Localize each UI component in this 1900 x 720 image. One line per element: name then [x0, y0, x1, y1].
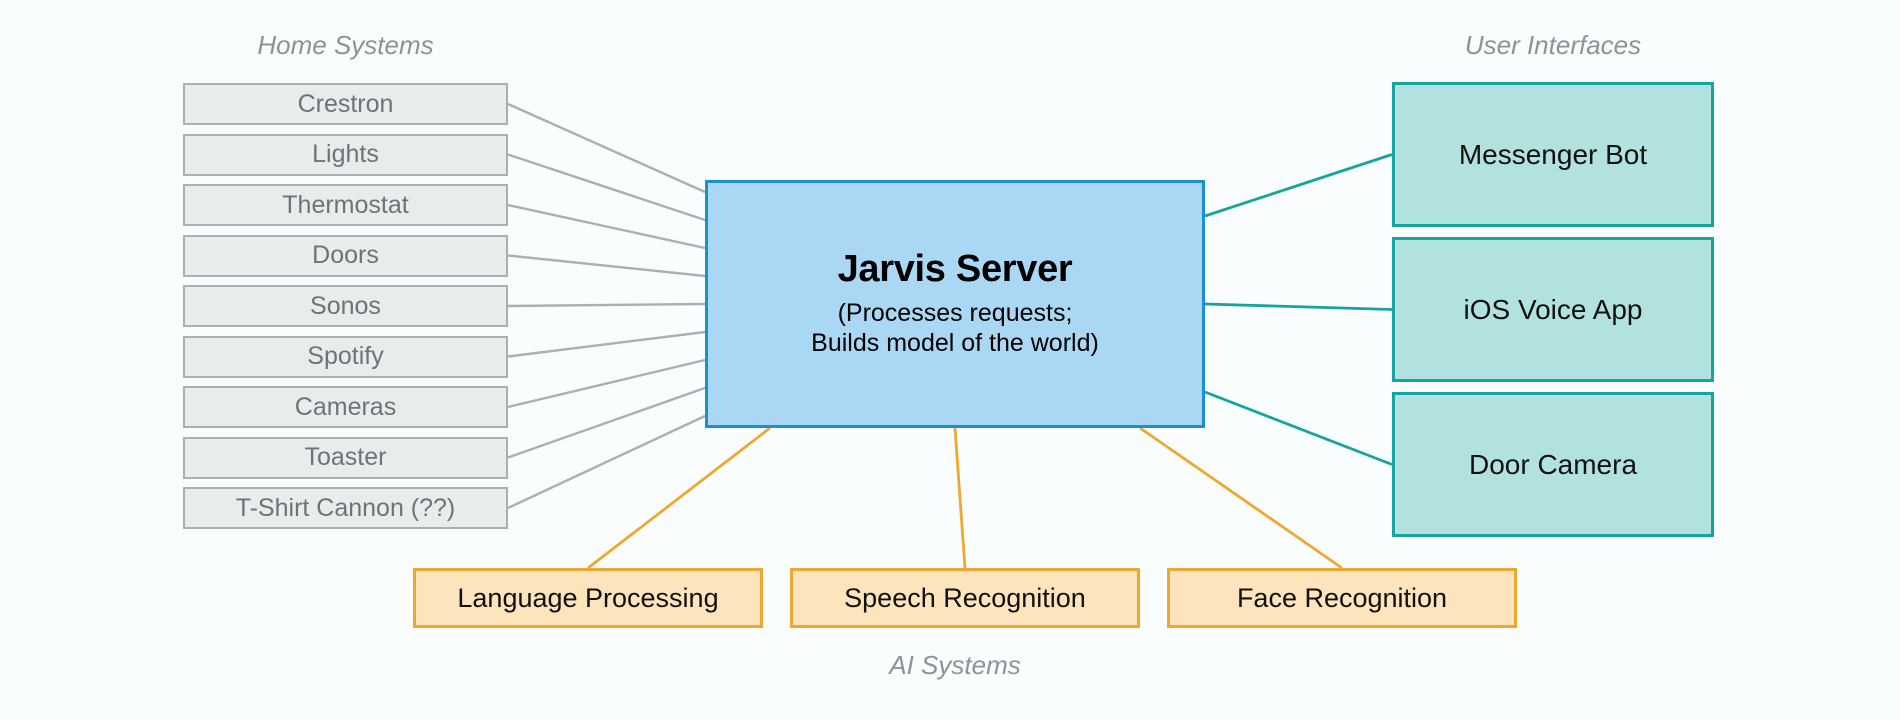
home-system-label: Toaster	[304, 443, 387, 471]
connector-line	[587, 426, 771, 570]
home-system-node[interactable]: Sonos	[183, 285, 508, 327]
ai-system-label: Face Recognition	[1236, 582, 1448, 613]
user-interface-label: iOS Voice App	[1463, 293, 1643, 325]
connector-line	[507, 102, 706, 194]
ai-connector-group	[587, 426, 1343, 570]
home-system-label: Thermostat	[282, 190, 409, 219]
user-interface-label: Messenger Bot	[1458, 138, 1648, 170]
home-system-node[interactable]: Cameras	[183, 386, 508, 428]
connector-line	[1204, 153, 1393, 218]
connector-line	[1139, 426, 1343, 570]
connector-line	[1204, 390, 1393, 466]
user-interface-node[interactable]: Messenger Bot	[1392, 82, 1714, 227]
ai-system-node[interactable]: Face Recognition	[1167, 568, 1517, 628]
user-interfaces-caption: User Interfaces	[1464, 30, 1642, 60]
ai-system-label: Language Processing	[457, 582, 719, 613]
user-interface-label: Door Camera	[1468, 448, 1638, 480]
ai-system-label: Speech Recognition	[844, 582, 1086, 613]
connector-line	[507, 414, 706, 510]
home-system-label: Spotify	[307, 342, 384, 370]
home-system-node[interactable]: Lights	[183, 133, 508, 176]
ai-systems-caption: AI Systems	[889, 650, 1021, 680]
connector-line	[507, 254, 706, 278]
jarvis-server-subtitle-line1: (Processes requests;	[837, 298, 1073, 327]
jarvis-server-subtitle: (Processes requests; Builds model of the…	[811, 298, 1099, 359]
home-system-label: Crestron	[297, 89, 394, 118]
home-system-label: T-Shirt Cannon (??)	[235, 493, 456, 522]
connector-line	[507, 386, 706, 459]
connector-line	[507, 330, 706, 358]
ai-system-node[interactable]: Language Processing	[413, 568, 763, 628]
architecture-diagram: Home Systems User Interfaces AI Systems …	[0, 0, 1900, 720]
home-system-label: Cameras	[294, 392, 397, 421]
user-interface-node[interactable]: Door Camera	[1392, 392, 1714, 537]
connector-line	[507, 203, 706, 250]
connector-line	[507, 358, 706, 409]
jarvis-server-subtitle-line2: Builds model of the world)	[811, 329, 1099, 358]
home-system-node[interactable]: Spotify	[183, 335, 508, 378]
connector-line	[507, 153, 706, 222]
ai-system-node[interactable]: Speech Recognition	[790, 568, 1140, 628]
home-system-node[interactable]: Crestron	[183, 83, 508, 125]
home-system-label: Doors	[312, 241, 379, 269]
home-system-node[interactable]: T-Shirt Cannon (??)	[183, 487, 508, 529]
home-system-node[interactable]: Toaster	[183, 436, 508, 479]
connector-line	[1204, 302, 1393, 311]
connector-line	[507, 302, 706, 308]
jarvis-server-title: Jarvis Server	[837, 248, 1073, 291]
ui-connector-group	[1204, 153, 1393, 466]
home-system-node[interactable]: Thermostat	[183, 184, 508, 226]
jarvis-server-node[interactable]: Jarvis Server (Processes requests; Build…	[705, 180, 1205, 428]
home-systems-caption: Home Systems	[257, 30, 434, 60]
home-connector-group	[507, 102, 706, 510]
user-interface-node[interactable]: iOS Voice App	[1392, 237, 1714, 382]
home-system-node[interactable]: Doors	[183, 234, 508, 277]
home-system-label: Sonos	[310, 291, 381, 320]
connector-line	[953, 427, 967, 569]
home-system-label: Lights	[312, 140, 379, 168]
